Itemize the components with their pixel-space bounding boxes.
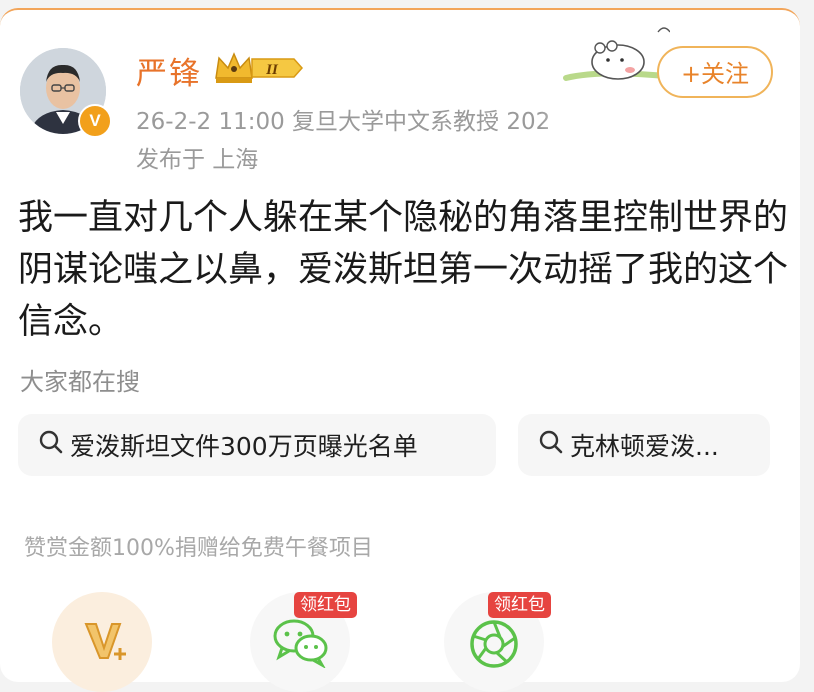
trending-chip[interactable]: 克林顿爱泼...	[518, 414, 770, 476]
moments-icon	[470, 620, 518, 668]
username[interactable]: 严锋	[136, 48, 202, 93]
redpacket-badge[interactable]: 领红包	[488, 592, 551, 618]
verified-v-icon: V	[78, 104, 112, 138]
v-plus-icon	[84, 623, 126, 660]
follow-button[interactable]: +关注	[657, 46, 773, 98]
level-crown-icon[interactable]: II	[214, 50, 304, 86]
post-card: V 严锋 II 26-2-2 11:00 复旦大学中文系教授 202 发布于 上…	[0, 8, 800, 692]
trending-heading: 大家都在搜	[20, 368, 140, 396]
post-meta: 26-2-2 11:00 复旦大学中文系教授 202	[136, 109, 551, 135]
trending-chip[interactable]: 爱泼斯坦文件300万页曝光名单	[18, 414, 496, 476]
search-icon	[538, 429, 564, 461]
post-text: 我一直对几个人躲在某个隐秘的角落里控制世界的阴谋论嗤之以鼻，爱泼斯坦第一次动摇了…	[18, 198, 789, 342]
mascot-decoration-icon	[563, 27, 670, 81]
wechat-icon	[273, 619, 328, 668]
reward-note: 赞赏金额100%捐赠给免费午餐项目	[24, 536, 373, 561]
trending-chip-label: 爱泼斯坦文件300万页曝光名单	[70, 432, 418, 461]
level-badge-text: II	[265, 62, 279, 78]
meta-fade	[540, 98, 610, 134]
redpacket-badge[interactable]: 领红包	[294, 592, 357, 618]
trending-chip-label: 克林顿爱泼...	[570, 432, 719, 461]
search-icon	[38, 429, 64, 461]
post-location: 发布于 上海	[136, 147, 259, 173]
